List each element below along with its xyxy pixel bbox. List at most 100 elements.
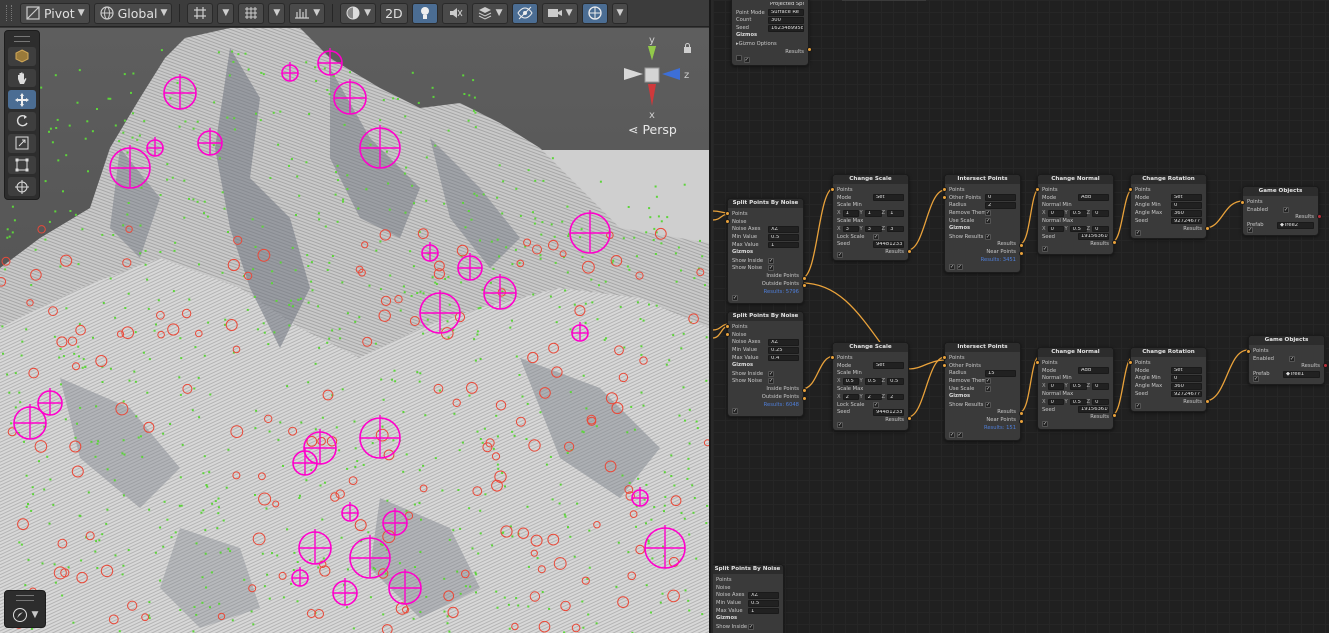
noise-input-port[interactable] [725,332,730,337]
gizmos-toggle[interactable] [581,2,608,24]
noise-input-port[interactable] [725,219,730,224]
seed-field[interactable]: 1915636161 [1078,406,1109,413]
scale-max-y[interactable]: 2 [864,393,882,401]
max-value-field[interactable]: 1 [768,241,799,249]
scale-max-x[interactable]: 2 [842,393,860,401]
change-normal-node[interactable]: Change Normal Points Mode Add Normal Min … [1035,347,1117,430]
checkbox[interactable]: ✓ [956,432,963,438]
checkbox[interactable]: ✓ [1135,403,1141,409]
results-output-port[interactable] [907,416,912,421]
overlay-grip[interactable] [14,36,30,42]
hand-tool-button[interactable] [8,68,36,88]
seed-field[interactable]: 9272467? [1171,390,1202,398]
remove-them-checkbox[interactable]: ✓ [985,378,991,385]
noise-axes-dropdown[interactable]: XZ [748,592,779,599]
min-value-field[interactable]: 0.25 [768,347,799,354]
enabled-checkbox[interactable]: ✓ [1289,355,1295,362]
points-input-port[interactable] [1128,360,1133,365]
global-dropdown[interactable]: Global ▼ [93,2,173,24]
show-noise-checkbox[interactable]: ✓ [768,265,774,272]
mode-dropdown[interactable]: Set [873,362,904,369]
angle-min-field[interactable]: 0 [1171,202,1202,209]
normal-min-z[interactable]: 0 [1092,383,1110,390]
points-input-port[interactable] [725,211,730,216]
draw-mode-dropdown[interactable]: ▼ [340,2,377,24]
lock-icon[interactable] [683,43,692,53]
grid-visibility-menu[interactable]: ▼ [268,2,286,24]
show-inside-checkbox[interactable]: ✓ [748,623,754,630]
inside-points-port[interactable] [802,388,807,393]
view-tool-button[interactable] [8,46,36,66]
points-input-port[interactable] [1035,187,1040,192]
grid-snap-menu[interactable]: ▼ [217,2,235,24]
scale-max-y[interactable]: 3 [864,225,882,233]
count-field[interactable]: 300 [768,17,804,24]
node-graph-view[interactable]: Projected Sphere Point ModeSurface Re Co… [713,0,1329,633]
show-noise-checkbox[interactable]: ✓ [768,378,774,385]
points-input-port[interactable] [830,355,835,360]
gizmo-options-row[interactable]: ▸ Gizmo Options [736,40,804,48]
radius-field[interactable]: 15 [985,370,1016,377]
scale-min-z[interactable]: 1 [887,210,905,217]
overlay-grip[interactable] [16,595,34,601]
remove-them-checkbox[interactable]: ✓ [985,210,991,217]
checkbox[interactable]: ✓ [837,422,843,428]
orientation-dropdown[interactable]: ▼ [8,605,42,625]
angle-max-field[interactable]: 360 [1171,383,1202,390]
seed-field[interactable]: 944812337 [873,241,904,248]
checkbox[interactable]: ✓ [1042,421,1048,427]
checkbox[interactable] [736,55,742,61]
results-output-port[interactable] [1205,399,1210,404]
results-output-port[interactable] [1019,411,1024,416]
results-output-port[interactable] [1317,214,1322,219]
mode-dropdown[interactable]: Set [1171,367,1202,374]
other-points-field[interactable]: 0 [985,194,1016,201]
change-rotation-node[interactable]: Change Rotation Points Mode Set Angle Min… [1128,174,1210,239]
effects-dropdown[interactable]: ▼ [471,2,508,24]
scale-min-x[interactable]: 1 [842,210,860,217]
increment-snap-button[interactable]: ▼ [289,2,326,24]
mode-dropdown[interactable]: Set [873,194,904,201]
checkbox[interactable]: ✓ [1247,227,1253,233]
prefab-field[interactable]: ◆Tree2 [1277,222,1314,229]
checkbox[interactable]: ✓ [956,264,963,270]
split-points-by-noise-node[interactable]: Split Points By Noise Points Noise Noise… [725,311,807,417]
min-value-field[interactable]: 0.5 [768,234,799,241]
checkbox[interactable]: ✓ [732,295,738,301]
move-tool-button[interactable] [8,90,36,109]
results-output-port[interactable] [1323,363,1328,368]
lock-scale-checkbox[interactable]: ✓ [873,401,879,408]
min-value-field[interactable]: 0.5 [748,600,779,607]
results-output-port[interactable] [1112,240,1117,245]
normal-max-x[interactable]: 0 [1047,398,1065,406]
scale-min-y[interactable]: 0.5 [864,378,882,385]
noise-axes-dropdown[interactable]: XZ [768,339,799,346]
angle-min-field[interactable]: 0 [1171,375,1202,382]
scene-visibility-toggle[interactable] [511,2,538,24]
near-points-output-port[interactable] [1019,251,1024,256]
intersect-points-node[interactable]: Intersect Points Points Other Points 0 Ra… [942,174,1024,273]
seed-field[interactable]: 1915636161 [1078,233,1109,240]
game-objects-node[interactable]: Game Objects Points Enabled ✓ Results Pre… [1240,186,1322,236]
other-points-input-port[interactable] [942,363,947,368]
points-input-port[interactable] [942,355,947,360]
normal-max-z[interactable]: 0 [1092,398,1110,406]
checkbox[interactable]: ✓ [949,264,955,270]
lighting-toggle[interactable] [411,2,438,24]
game-objects-node[interactable]: Game Objects Points Enabled ✓ Results Pre… [1246,335,1328,385]
scale-min-x[interactable]: 0.5 [842,378,860,385]
split-points-by-noise-node[interactable]: Split Points By Noise Points Noise Noise… [713,564,784,633]
normal-min-x[interactable]: 0 [1047,210,1065,217]
toolbar-grip[interactable] [6,5,12,21]
normal-max-x[interactable]: 0 [1047,225,1065,233]
seed-field[interactable]: 9272467? [1171,217,1202,225]
outside-points-port[interactable] [802,283,807,288]
results-output-port[interactable] [1019,243,1024,248]
normal-max-y[interactable]: 0.5 [1069,398,1087,406]
max-value-field[interactable]: 0.4 [768,354,799,362]
normal-min-y[interactable]: 0.5 [1069,383,1087,390]
enabled-checkbox[interactable]: ✓ [1283,206,1289,213]
results-output-port[interactable] [907,249,912,254]
checkbox[interactable]: ✓ [732,408,738,414]
outside-points-port[interactable] [802,396,807,401]
